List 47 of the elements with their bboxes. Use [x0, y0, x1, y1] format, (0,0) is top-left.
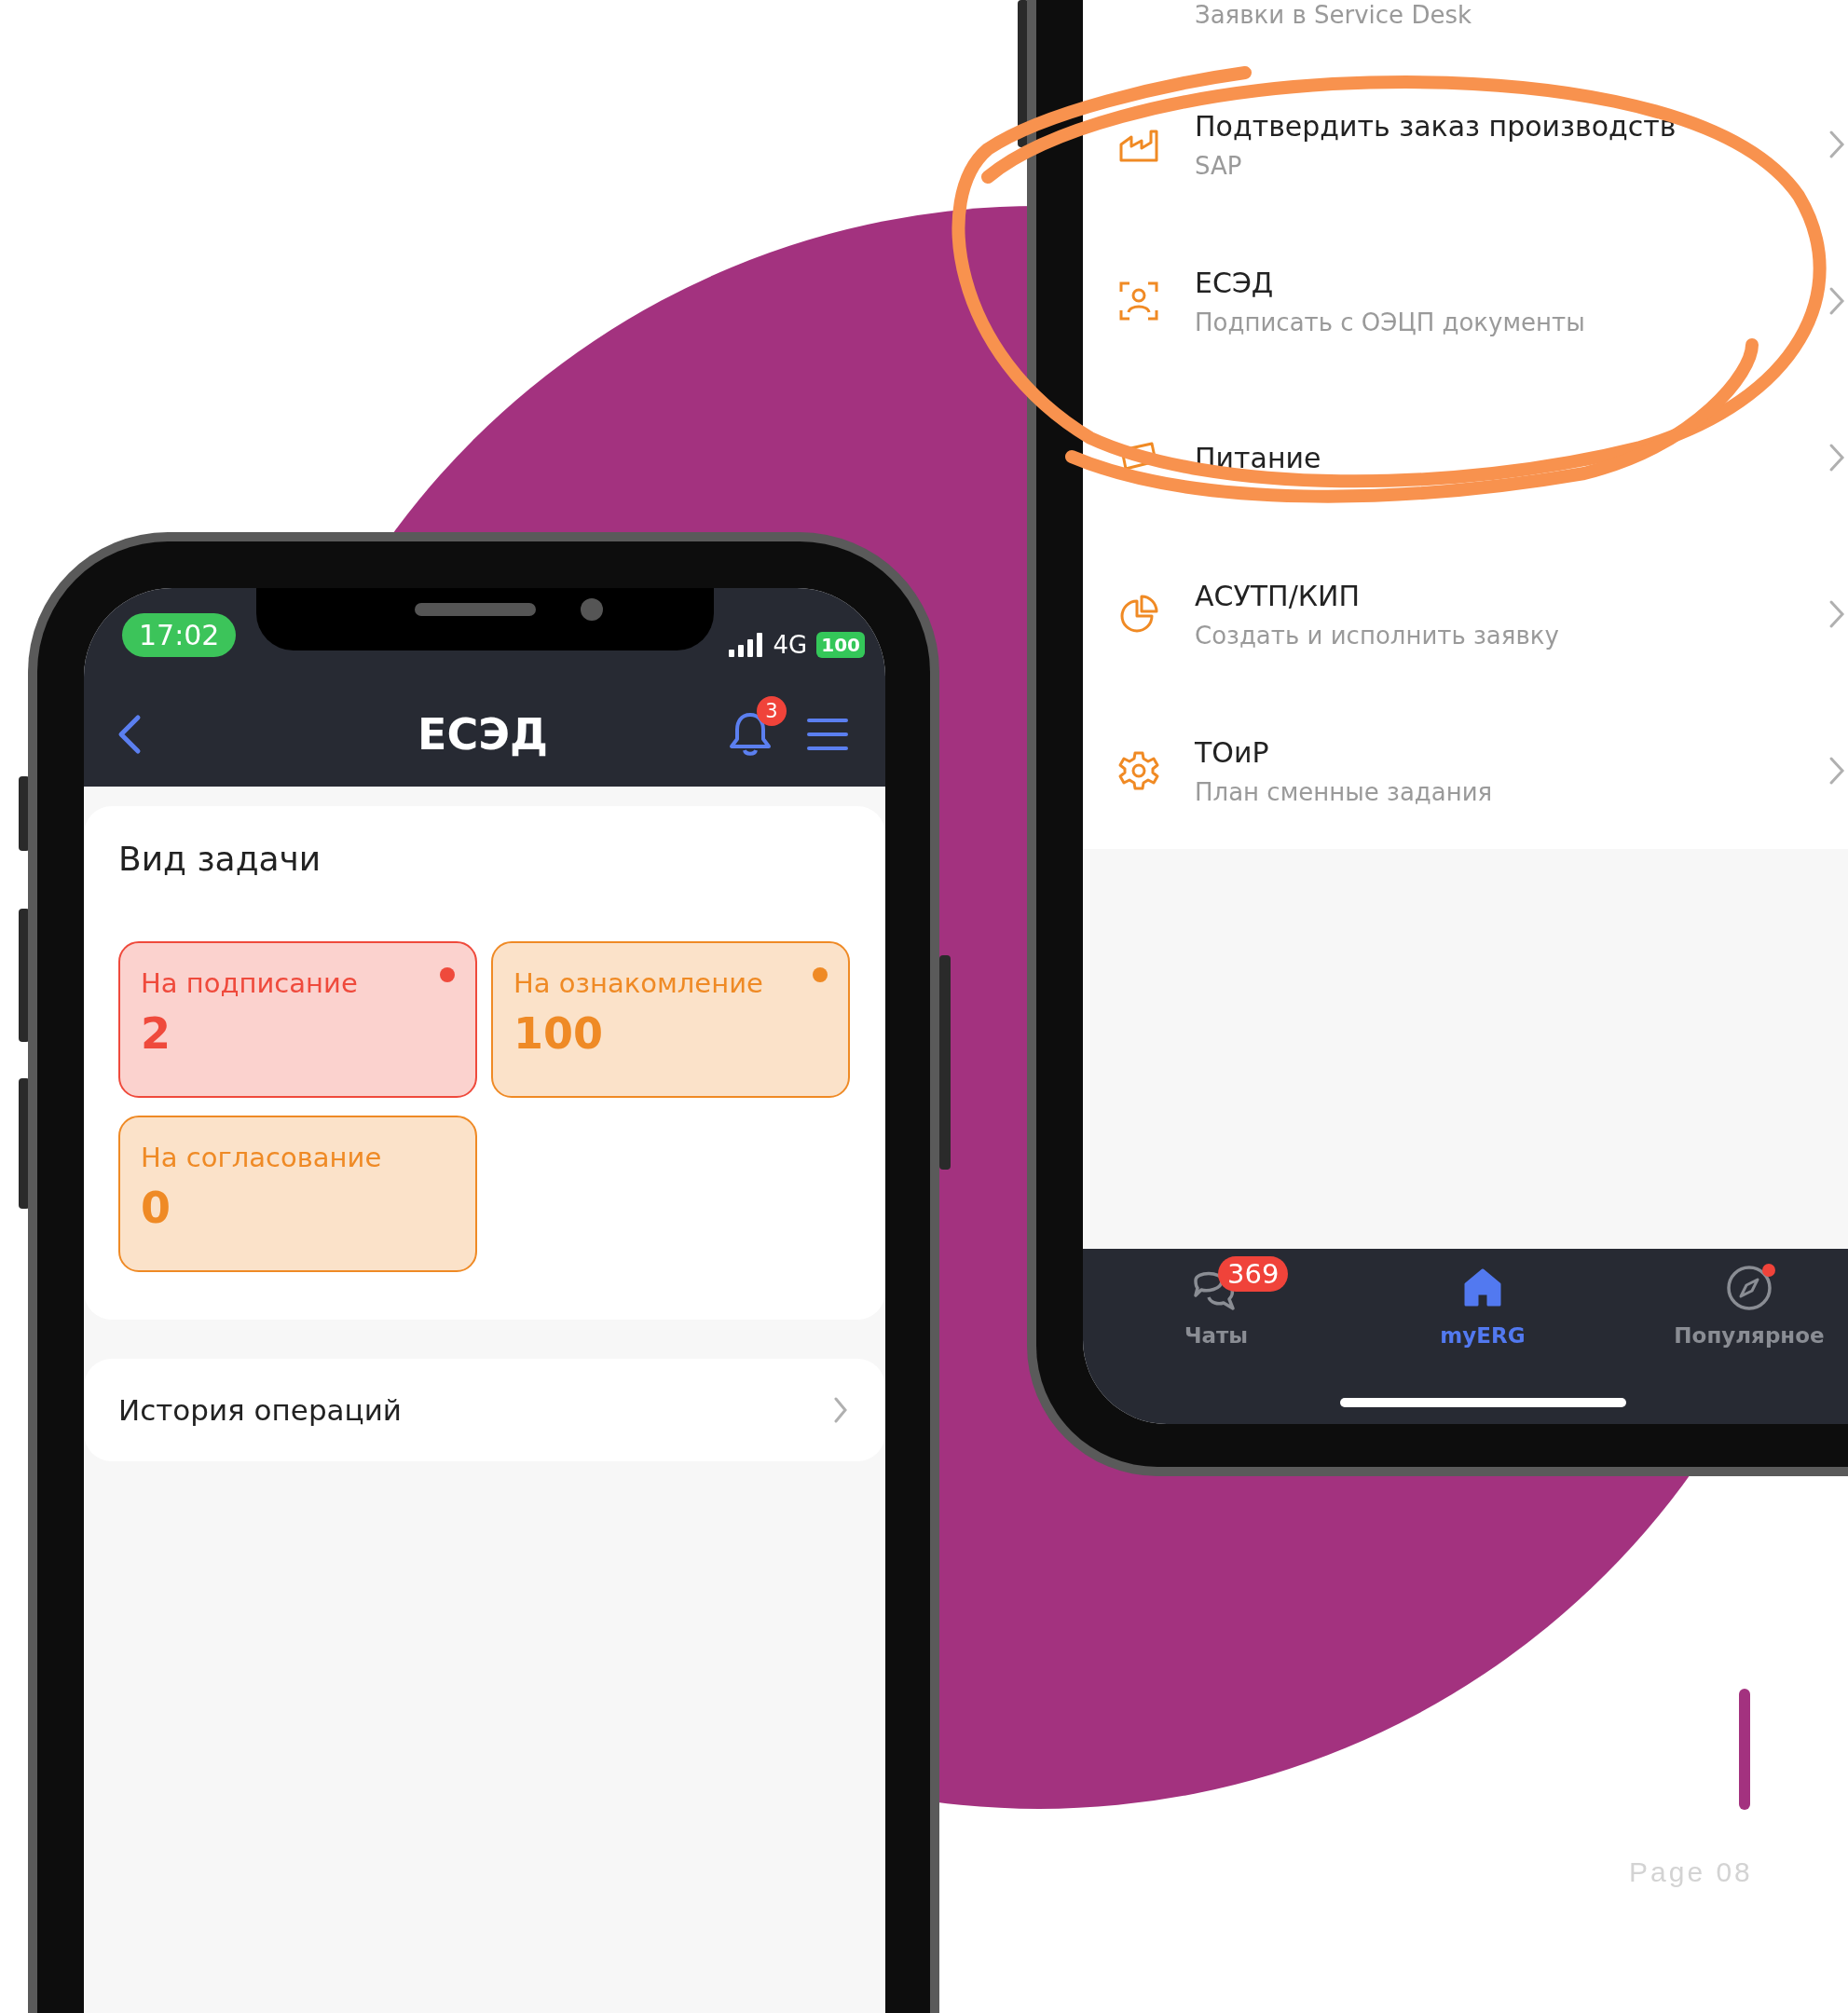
signal-icon	[728, 633, 764, 657]
tile-label: На ознакомление	[513, 967, 763, 999]
settings-icon	[1118, 750, 1159, 791]
person-frame-icon	[1118, 281, 1159, 322]
history-link[interactable]: История операций	[84, 1359, 885, 1461]
tile-count: 100	[513, 1008, 604, 1059]
task-tile[interactable]: На подписание 2	[118, 941, 477, 1098]
tile-count: 2	[141, 1008, 171, 1059]
chevron-icon	[1828, 599, 1845, 629]
menu-icon[interactable]	[807, 717, 848, 751]
service-row[interactable]: ЕСЭД Подписать с ОЭЦП документы	[1083, 223, 1848, 379]
service-subtitle: Создать и исполнить заявку	[1195, 621, 1559, 650]
nav-tab[interactable]: myERG	[1389, 1249, 1576, 1424]
service-title: ТОиР	[1195, 735, 1269, 769]
service-subtitle: SAP	[1195, 151, 1242, 180]
status-time: 17:02	[122, 612, 237, 657]
service-row[interactable]: Заявки в Service Desk	[1083, 0, 1848, 66]
count-badge: 369	[1218, 1256, 1289, 1292]
chevron-icon	[1828, 443, 1845, 472]
tile-label: На согласование	[141, 1142, 382, 1173]
chevron-icon	[1828, 130, 1845, 159]
battery-level: 100	[816, 632, 865, 658]
service-row[interactable]: АСУТП/КИП Создать и исполнить заявку	[1083, 536, 1848, 692]
service-subtitle: План сменные задания	[1195, 777, 1493, 806]
service-title: Питание	[1195, 441, 1321, 474]
back-button[interactable]	[117, 713, 142, 755]
nav-tab[interactable]: 369 Чаты	[1123, 1249, 1309, 1424]
chevron-icon	[1828, 756, 1845, 786]
pie-chart-icon	[1118, 594, 1159, 635]
service-title: Подтвердить заказ производств	[1195, 109, 1677, 143]
chevron-icon	[833, 1396, 848, 1424]
home-icon	[1462, 1267, 1503, 1308]
tile-label: На подписание	[141, 967, 358, 999]
network-type: 4G	[773, 631, 808, 659]
chevron-icon	[1828, 286, 1845, 316]
notification-badge: 3	[757, 695, 787, 726]
service-subtitle: Подписать с ОЭЦП документы	[1195, 308, 1585, 336]
screen-title: ЕСЭД	[418, 708, 548, 760]
service-row[interactable]: ТОиР План сменные задания	[1083, 692, 1848, 849]
service-subtitle: Заявки в Service Desk	[1195, 1, 1472, 29]
service-title: АСУТП/КИП	[1195, 579, 1361, 612]
service-row[interactable]: Подтвердить заказ производств SAP	[1083, 66, 1848, 223]
service-title: ЕСЭД	[1195, 266, 1274, 299]
tile-count: 0	[141, 1183, 171, 1233]
compass-icon	[1725, 1264, 1773, 1312]
nav-tab[interactable]: Популярное	[1656, 1249, 1842, 1424]
section-title: Вид задачи	[118, 840, 322, 878]
